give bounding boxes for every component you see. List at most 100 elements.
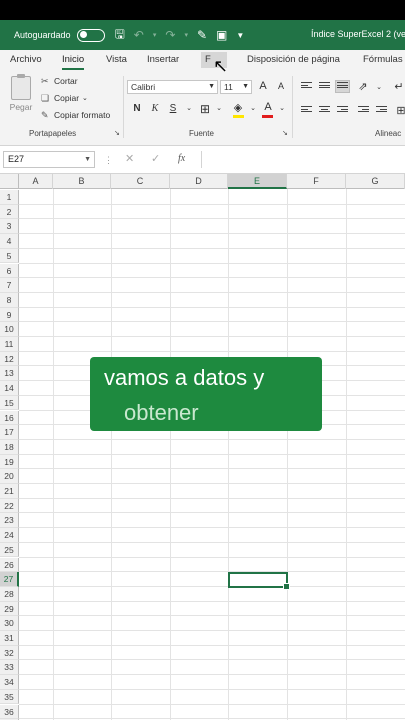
row-header-19[interactable]: 19: [0, 454, 19, 470]
column-header-e[interactable]: E: [228, 174, 287, 189]
row-header-20[interactable]: 20: [0, 469, 19, 484]
column-header-g[interactable]: G: [346, 174, 405, 189]
align-bottom-icon[interactable]: [335, 80, 350, 93]
row-header-26[interactable]: 26: [0, 557, 19, 573]
orientation-dropdown-icon[interactable]: ⌄: [372, 83, 386, 91]
font-launcher-icon[interactable]: ↘: [282, 129, 288, 137]
row-header-17[interactable]: 17: [0, 425, 19, 440]
row-header-24[interactable]: 24: [0, 528, 19, 543]
row-header-27[interactable]: 27: [0, 572, 19, 587]
column-header-d[interactable]: D: [170, 174, 228, 189]
grow-font-button[interactable]: A: [256, 80, 270, 92]
align-middle-icon[interactable]: [319, 82, 330, 91]
row-header-21[interactable]: 21: [0, 484, 19, 499]
tab-vista[interactable]: Vista: [106, 54, 127, 65]
column-header-a[interactable]: A: [19, 174, 53, 189]
row-header-8[interactable]: 8: [0, 292, 19, 308]
tab-formulas[interactable]: Fórmulas: [363, 54, 403, 65]
column-header-b[interactable]: B: [53, 174, 111, 189]
redo-dropdown-icon[interactable]: ▾: [184, 31, 188, 39]
wrap-text-icon[interactable]: ↵: [392, 80, 405, 93]
row-header-4[interactable]: 4: [0, 234, 19, 249]
row-header-29[interactable]: 29: [0, 601, 19, 617]
row-header-6[interactable]: 6: [0, 263, 19, 279]
decrease-indent-icon[interactable]: [358, 106, 369, 115]
font-color-button[interactable]: A: [261, 101, 275, 113]
redo-icon[interactable]: ↷: [165, 28, 175, 42]
fill-color-dropdown-icon[interactable]: ⌄: [246, 104, 260, 112]
row-header-36[interactable]: 36: [0, 704, 19, 720]
chevron-down-icon: ▼: [242, 83, 249, 90]
increase-indent-icon[interactable]: [376, 106, 387, 115]
customize-qat-icon[interactable]: ▼: [236, 31, 244, 40]
fill-color-icon[interactable]: ◈: [231, 101, 245, 114]
row-header-3[interactable]: 3: [0, 219, 19, 235]
row-header-9[interactable]: 9: [0, 307, 19, 323]
row-header-28[interactable]: 28: [0, 586, 19, 602]
column-header-c[interactable]: C: [111, 174, 170, 189]
brush-icon[interactable]: ✎: [197, 28, 207, 42]
cancel-formula-button[interactable]: ✕: [125, 152, 134, 165]
bold-button[interactable]: N: [130, 103, 144, 114]
align-top-icon[interactable]: [301, 82, 312, 91]
cut-button[interactable]: ✂ Cortar: [41, 76, 78, 86]
tab-insertar[interactable]: Insertar: [147, 54, 179, 65]
row-header-7[interactable]: 7: [0, 278, 19, 293]
underline-dropdown-icon[interactable]: ⌄: [182, 104, 196, 112]
borders-dropdown-icon[interactable]: ⌄: [212, 104, 226, 112]
merge-center-icon[interactable]: ⊞: [394, 104, 405, 117]
tab-archivo[interactable]: Archivo: [10, 54, 42, 65]
worksheet-grid[interactable]: A B C D E F G 1 2 3 4 5 6 7 8 9 10 11 12 13 14 15 16 17 1…: [0, 174, 405, 720]
row-header-14[interactable]: 14: [0, 381, 19, 396]
font-family-select[interactable]: Calibri ▼: [127, 80, 218, 94]
shrink-font-button[interactable]: A: [274, 81, 288, 91]
row-header-34[interactable]: 34: [0, 675, 19, 690]
select-all-corner[interactable]: [0, 174, 19, 189]
row-header-33[interactable]: 33: [0, 660, 19, 676]
row-header-30[interactable]: 30: [0, 616, 19, 631]
insert-function-button[interactable]: fx: [178, 153, 185, 164]
row-header-10[interactable]: 10: [0, 322, 19, 337]
enter-formula-button[interactable]: ✓: [151, 152, 160, 165]
column-header-f[interactable]: F: [287, 174, 346, 189]
row-header-31[interactable]: 31: [0, 631, 19, 646]
align-right-icon[interactable]: [337, 106, 348, 115]
copy-dropdown-icon[interactable]: ⌄: [82, 94, 88, 102]
row-header-22[interactable]: 22: [0, 498, 19, 514]
save-icon[interactable]: 🖫: [115, 25, 125, 46]
italic-button[interactable]: K: [148, 103, 162, 114]
row-header-25[interactable]: 25: [0, 542, 19, 558]
undo-icon[interactable]: ↶: [134, 28, 144, 42]
autosave-toggle[interactable]: [76, 28, 105, 42]
row-header-15[interactable]: 15: [0, 395, 19, 411]
clipboard-launcher-icon[interactable]: ↘: [114, 129, 120, 137]
align-center-icon[interactable]: [319, 106, 330, 115]
borders-icon[interactable]: ⊞: [198, 102, 212, 116]
orientation-icon[interactable]: ⇗: [356, 80, 370, 93]
row-header-16[interactable]: 16: [0, 410, 19, 426]
row-header-12[interactable]: 12: [0, 351, 19, 367]
selected-cell-e27[interactable]: [228, 572, 290, 590]
row-header-23[interactable]: 23: [0, 513, 19, 529]
row-header-13[interactable]: 13: [0, 366, 19, 382]
row-header-5[interactable]: 5: [0, 248, 19, 264]
paste-button[interactable]: Pegar: [9, 74, 33, 112]
row-header-2[interactable]: 2: [0, 204, 19, 220]
tab-inicio[interactable]: Inicio: [62, 54, 85, 70]
format-painter-button[interactable]: ✎ Copiar formato: [41, 110, 110, 120]
name-box[interactable]: E27 ▼: [3, 151, 95, 168]
row-header-35[interactable]: 35: [0, 689, 19, 705]
row-header-18[interactable]: 18: [0, 439, 19, 455]
copy-button[interactable]: ❏ Copiar ⌄: [41, 93, 88, 103]
row-header-11[interactable]: 11: [0, 337, 19, 352]
font-size-select[interactable]: 11 ▼: [220, 80, 252, 94]
undo-dropdown-icon[interactable]: ▾: [153, 31, 157, 39]
row-header-32[interactable]: 32: [0, 645, 19, 661]
align-left-icon[interactable]: [301, 106, 312, 115]
tab-disposicion-pagina[interactable]: Disposición de página: [247, 54, 340, 65]
font-color-dropdown-icon[interactable]: ⌄: [275, 104, 289, 112]
formula-input[interactable]: [201, 151, 405, 168]
row-header-1[interactable]: 1: [0, 190, 19, 205]
camera-icon[interactable]: ▣: [216, 28, 227, 42]
underline-button[interactable]: S: [166, 103, 180, 114]
